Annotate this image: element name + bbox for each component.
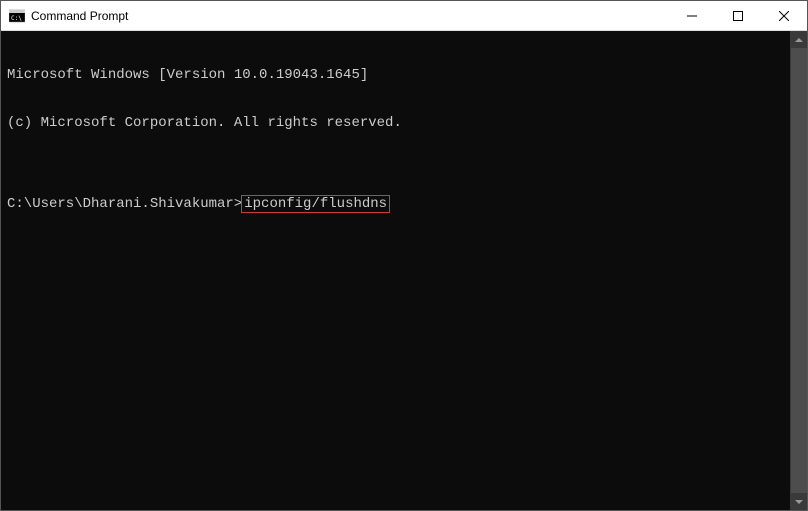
scrollbar-thumb[interactable] [791, 48, 807, 493]
svg-text:C:\: C:\ [11, 15, 22, 22]
terminal-command-highlighted: ipconfig/flushdns [241, 195, 390, 213]
terminal-output-line: (c) Microsoft Corporation. All rights re… [7, 115, 784, 131]
scrollbar-down-button[interactable] [791, 493, 807, 510]
terminal-area: Microsoft Windows [Version 10.0.19043.16… [1, 31, 807, 510]
app-icon: C:\ [9, 8, 25, 24]
minimize-button[interactable] [669, 1, 715, 30]
window-title: Command Prompt [31, 9, 669, 23]
terminal-content[interactable]: Microsoft Windows [Version 10.0.19043.16… [1, 31, 790, 510]
terminal-prompt: C:\Users\Dharani.Shivakumar> [7, 196, 242, 212]
scrollbar-up-button[interactable] [791, 31, 807, 48]
vertical-scrollbar[interactable] [790, 31, 807, 510]
window-controls [669, 1, 807, 30]
terminal-prompt-line: C:\Users\Dharani.Shivakumar>ipconfig/flu… [7, 195, 784, 213]
terminal-output-line: Microsoft Windows [Version 10.0.19043.16… [7, 67, 784, 83]
titlebar[interactable]: C:\ Command Prompt [1, 1, 807, 31]
scrollbar-track[interactable] [791, 48, 807, 493]
maximize-button[interactable] [715, 1, 761, 30]
close-button[interactable] [761, 1, 807, 30]
command-prompt-window: C:\ Command Prompt Microsoft Windows [Ve… [0, 0, 808, 511]
